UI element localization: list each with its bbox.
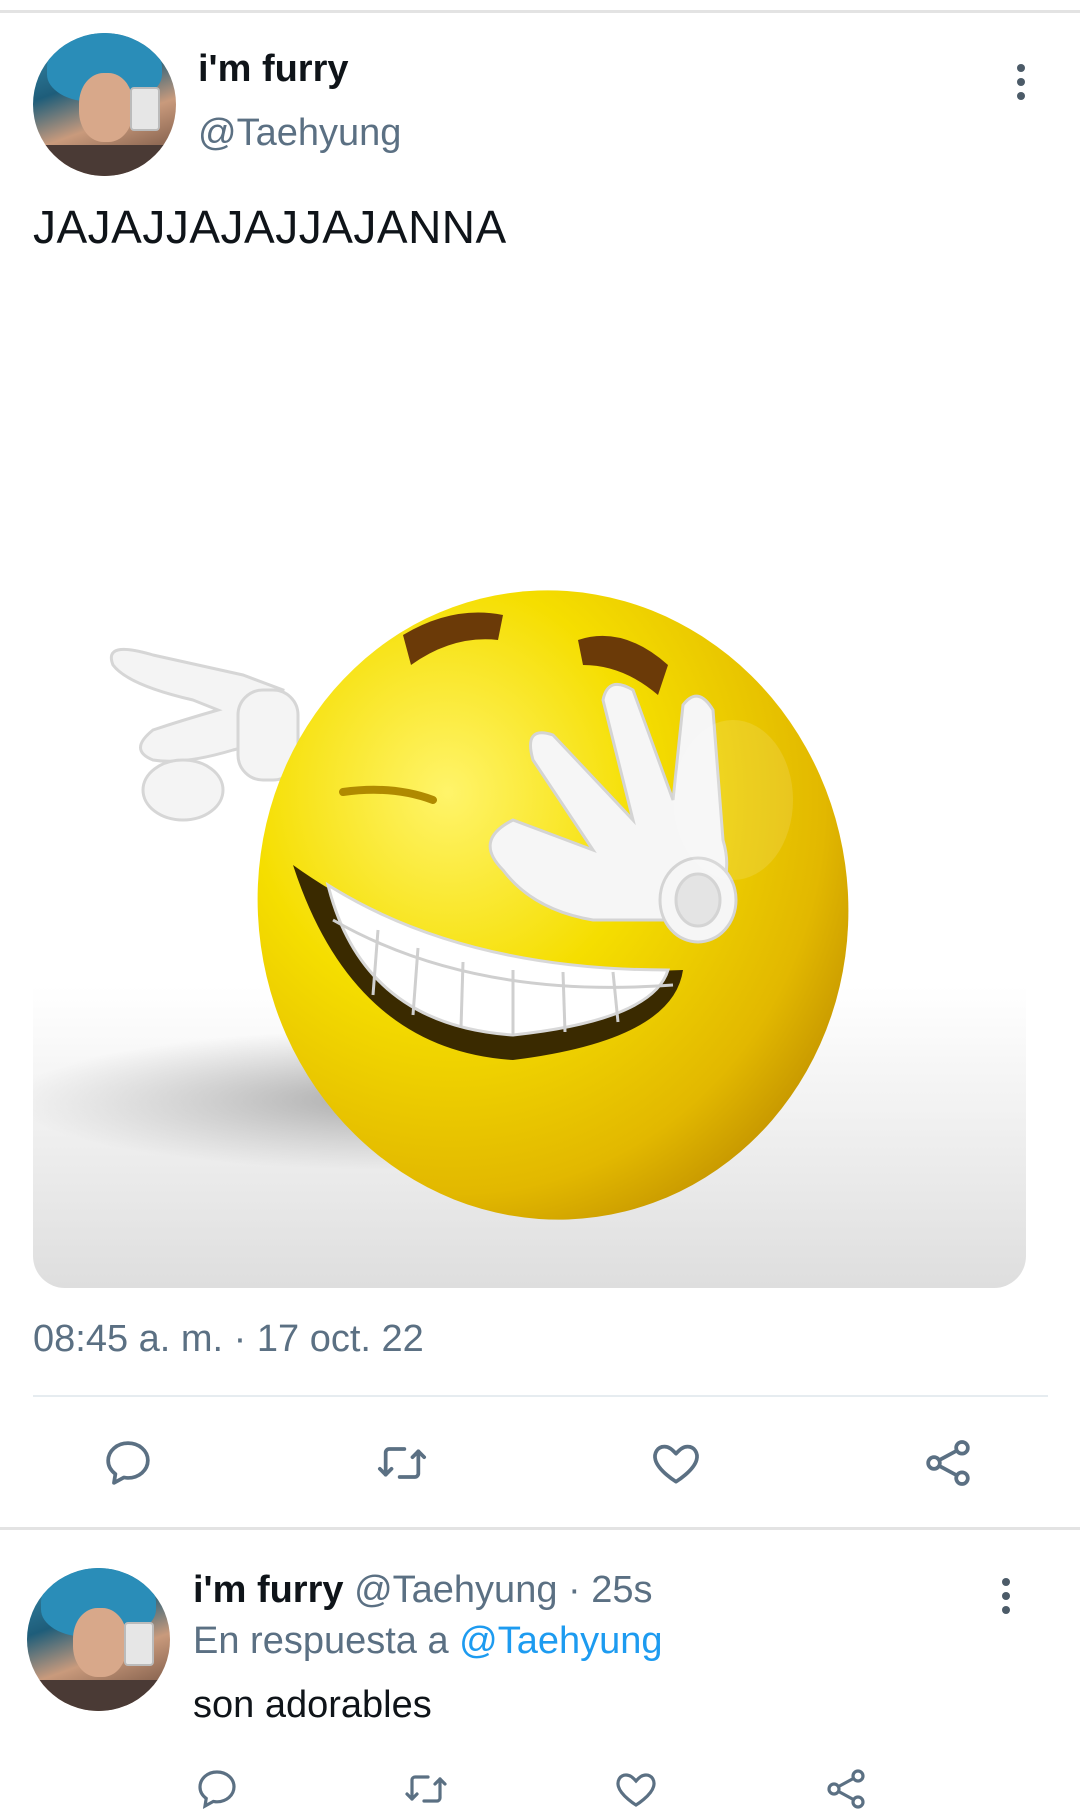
like-button[interactable]: [648, 1435, 704, 1496]
tweet-bottom-divider: [0, 1527, 1080, 1530]
author-avatar[interactable]: [33, 33, 176, 176]
reply-header: i'm furry @Taehyung · 25s: [193, 1569, 653, 1612]
retweet-icon: [405, 1775, 447, 1803]
tweet-media-image[interactable]: [33, 280, 1026, 1288]
reply-retweet-button[interactable]: [400, 1765, 452, 1818]
reply-reply-button[interactable]: [193, 1765, 241, 1818]
share-icon: [926, 1440, 970, 1486]
reply-share-button[interactable]: [822, 1765, 870, 1818]
laughing-emoji-image: [33, 590, 849, 1220]
replying-to-mention[interactable]: @Taehyung: [459, 1620, 662, 1662]
replying-prefix: En respuesta a: [193, 1620, 449, 1662]
reply-author-display-name[interactable]: i'm furry: [193, 1569, 344, 1611]
tweet-timestamp: 08:45 a. m. · 17 oct. 22: [33, 1318, 424, 1360]
reply-more-options-icon[interactable]: [1002, 1578, 1010, 1620]
reply-text: son adorables: [193, 1684, 432, 1726]
like-icon: [653, 1444, 699, 1484]
actions-divider-top: [33, 1395, 1048, 1397]
tweet-text: JAJAJJAJAJJAJANNA: [33, 201, 507, 253]
replying-to-line: En respuesta a @Taehyung: [193, 1620, 663, 1663]
retweet-icon: [377, 1447, 427, 1479]
share-button[interactable]: [920, 1435, 976, 1496]
reply-icon: [198, 1770, 236, 1809]
reply-button[interactable]: [100, 1435, 156, 1496]
reply-author-handle[interactable]: @Taehyung: [354, 1569, 557, 1611]
like-icon: [616, 1773, 656, 1807]
top-divider: [0, 10, 1080, 13]
author-handle[interactable]: @Taehyung: [198, 112, 401, 155]
share-icon: [827, 1769, 865, 1809]
more-options-icon[interactable]: [1017, 64, 1025, 106]
reply-time: · 25s: [568, 1569, 653, 1611]
reply-author-avatar[interactable]: [27, 1568, 170, 1711]
reply-like-button[interactable]: [612, 1765, 660, 1818]
author-display-name[interactable]: i'm furry: [198, 48, 349, 91]
retweet-button[interactable]: [372, 1435, 432, 1496]
reply-icon: [106, 1441, 150, 1485]
